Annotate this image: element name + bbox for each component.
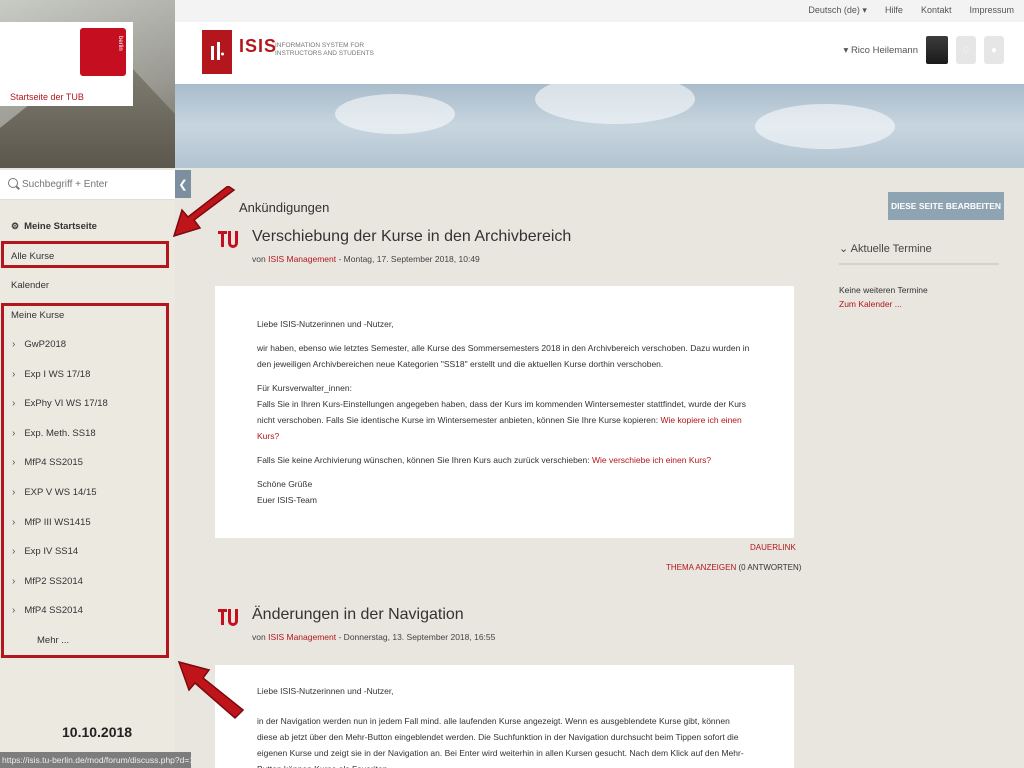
- cloud-decoration: [755, 104, 895, 149]
- post-paragraph: Liebe ISIS-Nutzerinnen und -Nutzer,: [257, 319, 394, 329]
- highlight-box-all-courses: [1, 241, 169, 268]
- post-paragraph: Liebe ISIS-Nutzerinnen und -Nutzer,: [257, 686, 394, 696]
- messages-chat-icon[interactable]: ●: [984, 36, 1004, 64]
- imprint-link[interactable]: Impressum: [969, 5, 1014, 16]
- block-header[interactable]: ⌄ Aktuelle Termine: [839, 242, 999, 265]
- tu-home-link[interactable]: Startseite der TUB: [10, 92, 84, 102]
- language-selector[interactable]: Deutsch (de) ▾: [808, 5, 867, 16]
- sidebar-item-calendar[interactable]: Kalender: [0, 271, 175, 299]
- calendar-link[interactable]: Zum Kalender ...: [839, 299, 999, 309]
- post-title[interactable]: Änderungen in der Navigation: [252, 606, 464, 624]
- para-text: Euer ISIS-Team: [257, 495, 317, 505]
- post-title[interactable]: Verschiebung der Kurse in den Archivbere…: [252, 228, 571, 246]
- header-banner: [175, 84, 1024, 168]
- post-author-link[interactable]: ISIS Management: [268, 632, 336, 642]
- utility-bar: Deutsch (de) ▾ Hilfe Kontakt Impressum: [175, 0, 1024, 22]
- search-icon: [8, 178, 18, 188]
- cloud-decoration: [535, 84, 695, 124]
- upcoming-events-block: ⌄ Aktuelle Termine Keine weiteren Termin…: [839, 242, 999, 309]
- tu-logo-text: berlin: [117, 36, 123, 51]
- edit-page-button[interactable]: DIESE SEITE BEARBEITEN: [888, 192, 1004, 220]
- tu-logo-box: berlin Startseite der TUB: [0, 22, 133, 106]
- meta-prefix: von: [252, 632, 269, 642]
- contact-link[interactable]: Kontakt: [921, 5, 952, 16]
- dashboard-icon: ⚙: [11, 220, 20, 231]
- permalink-link[interactable]: DAUERLINK: [750, 543, 796, 552]
- post-paragraph: Für Kursverwalter_innen: Falls Sie in Ihr…: [257, 380, 752, 444]
- post-date: - Montag, 17. September 2018, 10:49: [336, 254, 480, 264]
- main-content: DIESE SEITE BEARBEITEN Ankündigungen Ver…: [191, 168, 1024, 768]
- isis-subtitle: INFORMATION SYSTEM FOR INSTRUCTORS AND S…: [275, 42, 374, 57]
- avatar[interactable]: [926, 36, 948, 64]
- highlight-box-my-courses: [1, 303, 169, 658]
- notifications-bell-icon[interactable]: ♢: [956, 36, 976, 64]
- tu-post-logo-icon: [218, 609, 238, 626]
- block-title: Aktuelle Termine: [850, 243, 932, 255]
- user-name[interactable]: ▾ Rico Heilemann: [844, 45, 918, 56]
- isis-name: ISIS: [239, 36, 278, 56]
- post-author-link[interactable]: ISIS Management: [268, 254, 336, 264]
- post-body: Liebe ISIS-Nutzerinnen und -Nutzer, wir …: [215, 286, 794, 538]
- site-header: ISIS INFORMATION SYSTEM FOR INSTRUCTORS …: [175, 22, 1024, 84]
- post-date: - Donnerstag, 13. September 2018, 16:55: [336, 632, 496, 642]
- chevron-down-icon: ⌄: [839, 243, 851, 255]
- show-topic-link[interactable]: THEMA ANZEIGEN: [666, 563, 736, 572]
- annotation-arrow-icon: [177, 660, 245, 720]
- tu-berlin-logo[interactable]: berlin: [80, 28, 126, 76]
- thread-link-row: THEMA ANZEIGEN (0 ANTWORTEN): [666, 563, 801, 572]
- reply-count: (0 ANTWORTEN): [736, 563, 802, 572]
- help-link[interactable]: Hilfe: [885, 5, 903, 16]
- move-course-link[interactable]: Wie verschiebe ich einen Kurs?: [592, 455, 711, 465]
- search-input[interactable]: [0, 170, 160, 198]
- isis-logo[interactable]: [202, 30, 232, 74]
- cloud-decoration: [335, 94, 455, 134]
- post-paragraph: Falls Sie keine Archivierung wünschen, k…: [257, 452, 752, 468]
- annotation-arrow-icon: [172, 186, 236, 238]
- isis-wordmark: ISIS INFORMATION SYSTEM FOR INSTRUCTORS …: [239, 36, 374, 57]
- utility-links: Deutsch (de) ▾ Hilfe Kontakt Impressum: [808, 5, 1014, 16]
- sidebar-item-home[interactable]: ⚙ Meine Startseite: [0, 212, 175, 240]
- post-paragraph: wir haben, ebenso wie letztes Semester, …: [257, 343, 750, 369]
- course-search: [0, 170, 175, 200]
- post-paragraph: Schöne Grüße Euer ISIS-Team: [257, 476, 752, 508]
- para-text: Schöne Grüße: [257, 479, 313, 489]
- section-title: Ankündigungen: [239, 200, 330, 215]
- para-text: Falls Sie keine Archivierung wünschen, k…: [257, 455, 592, 465]
- isis-mark-icon: [211, 42, 224, 60]
- meta-prefix: von: [252, 254, 269, 264]
- post-body: Liebe ISIS-Nutzerinnen und -Nutzer, in d…: [215, 665, 794, 768]
- sidebar-item-label: Kalender: [11, 279, 50, 291]
- date-annotation: 10.10.2018: [62, 724, 133, 740]
- post-meta: von ISIS Management - Montag, 17. Septem…: [252, 254, 480, 264]
- user-menu[interactable]: ▾ Rico Heilemann ♢ ●: [844, 36, 1004, 64]
- post-paragraph: in der Navigation werden nun in jedem Fa…: [257, 716, 744, 768]
- no-events-text: Keine weiteren Termine: [839, 285, 928, 295]
- para-text: Für Kursverwalter_innen:: [257, 383, 352, 393]
- sidebar-item-label: Meine Startseite: [24, 220, 97, 232]
- post-meta: von ISIS Management - Donnerstag, 13. Se…: [252, 632, 495, 642]
